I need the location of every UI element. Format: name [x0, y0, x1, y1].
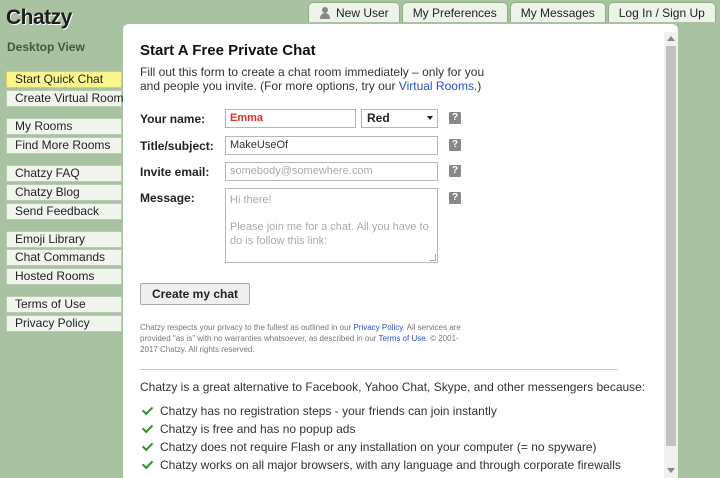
help-icon-subject[interactable]: ? — [449, 139, 461, 151]
sidebar-item-send-feedback[interactable]: Send Feedback — [6, 203, 122, 220]
sidebar-item-privacy-policy[interactable]: Privacy Policy — [6, 315, 122, 332]
intro-text: Fill out this form to create a chat room… — [140, 65, 500, 93]
help-icon-name[interactable]: ? — [449, 112, 461, 124]
sidebar-item-hosted-rooms[interactable]: Hosted Rooms — [6, 268, 122, 285]
sidebar-item-emoji-library[interactable]: Emoji Library — [6, 231, 122, 248]
name-label: Your name: — [140, 112, 206, 126]
chevron-down-icon — [427, 116, 433, 120]
page-title: Start A Free Private Chat — [140, 42, 316, 59]
top-navigation: New User My Preferences My Messages Log … — [308, 2, 716, 22]
sidebar-item-terms-of-use[interactable]: Terms of Use — [6, 296, 122, 313]
benefit-text: Chatzy works on all major browsers, with… — [160, 458, 621, 472]
sidebar-item-chatzy-blog[interactable]: Chatzy Blog — [6, 184, 122, 201]
tab-new-user-label: New User — [336, 5, 389, 20]
user-icon — [319, 6, 331, 19]
message-line-2: Please join me for a chat. All you have … — [230, 221, 429, 247]
subject-label: Title/subject: — [140, 139, 214, 153]
virtual-rooms-link[interactable]: Virtual Rooms — [399, 79, 474, 93]
tab-login-signup[interactable]: Log In / Sign Up — [607, 2, 716, 22]
sidebar-item-start-quick-chat[interactable]: Start Quick Chat — [6, 71, 122, 88]
privacy-policy-link[interactable]: Privacy Policy — [353, 323, 402, 332]
invite-email-input[interactable]: somebody@somewhere.com — [225, 162, 438, 181]
desktop-view-label: Desktop View — [7, 40, 85, 54]
tab-my-preferences[interactable]: My Preferences — [401, 2, 508, 22]
sidebar-item-find-more-rooms[interactable]: Find More Rooms — [6, 137, 122, 154]
scrollbar-thumb[interactable] — [666, 46, 676, 446]
checkmark-icon — [141, 457, 154, 470]
list-item: Chatzy does not require Flash or any ins… — [141, 438, 621, 456]
checkmark-icon — [141, 421, 154, 434]
divider — [140, 369, 618, 370]
terms-of-use-link[interactable]: Terms of Use — [379, 334, 426, 343]
tab-my-messages[interactable]: My Messages — [509, 2, 606, 22]
benefit-text: Chatzy does not require Flash or any ins… — [160, 440, 597, 454]
checkmark-icon — [141, 439, 154, 452]
email-label: Invite email: — [140, 165, 210, 179]
color-select[interactable]: Red — [361, 109, 438, 128]
checkmark-icon — [141, 403, 154, 416]
privacy-notice: Chatzy respects your privacy to the full… — [140, 322, 470, 355]
why-heading: Chatzy is a great alternative to Faceboo… — [140, 380, 646, 394]
scrollbar[interactable] — [664, 32, 678, 478]
sidebar-item-create-virtual-room[interactable]: Create Virtual Room — [6, 90, 124, 107]
message-textarea[interactable]: Hi there! Please join me for a chat. All… — [225, 188, 438, 263]
help-icon-email[interactable]: ? — [449, 165, 461, 177]
help-icon-message[interactable]: ? — [449, 192, 461, 204]
scroll-up-arrow-icon[interactable] — [667, 36, 675, 41]
list-item: Chatzy is free and has no popup ads — [141, 420, 621, 438]
benefits-list: Chatzy has no registration steps - your … — [141, 402, 621, 474]
sidebar-item-my-rooms[interactable]: My Rooms — [6, 118, 122, 135]
subject-input[interactable]: MakeUseOf — [225, 136, 438, 155]
tab-new-user[interactable]: New User — [308, 2, 400, 22]
sidebar-item-chat-commands[interactable]: Chat Commands — [6, 249, 122, 266]
scroll-down-arrow-icon[interactable] — [667, 468, 675, 473]
intro-text-after: .) — [473, 79, 482, 93]
resize-grip-icon[interactable] — [429, 254, 436, 261]
message-line-1: Hi there! — [230, 194, 272, 206]
sidebar-item-chatzy-faq[interactable]: Chatzy FAQ — [6, 165, 122, 182]
benefit-text: Chatzy is free and has no popup ads — [160, 422, 356, 436]
benefit-text: Chatzy has no registration steps - your … — [160, 404, 497, 418]
list-item: Chatzy works on all major browsers, with… — [141, 456, 621, 474]
message-label: Message: — [140, 191, 195, 205]
color-select-value: Red — [367, 111, 390, 125]
list-item: Chatzy has no registration steps - your … — [141, 402, 621, 420]
name-input[interactable]: Emma — [225, 109, 356, 128]
chatzy-logo[interactable]: Chatzy — [6, 6, 72, 30]
privacy-text-1: Chatzy respects your privacy to the full… — [140, 323, 354, 332]
create-chat-button[interactable]: Create my chat — [140, 283, 250, 305]
